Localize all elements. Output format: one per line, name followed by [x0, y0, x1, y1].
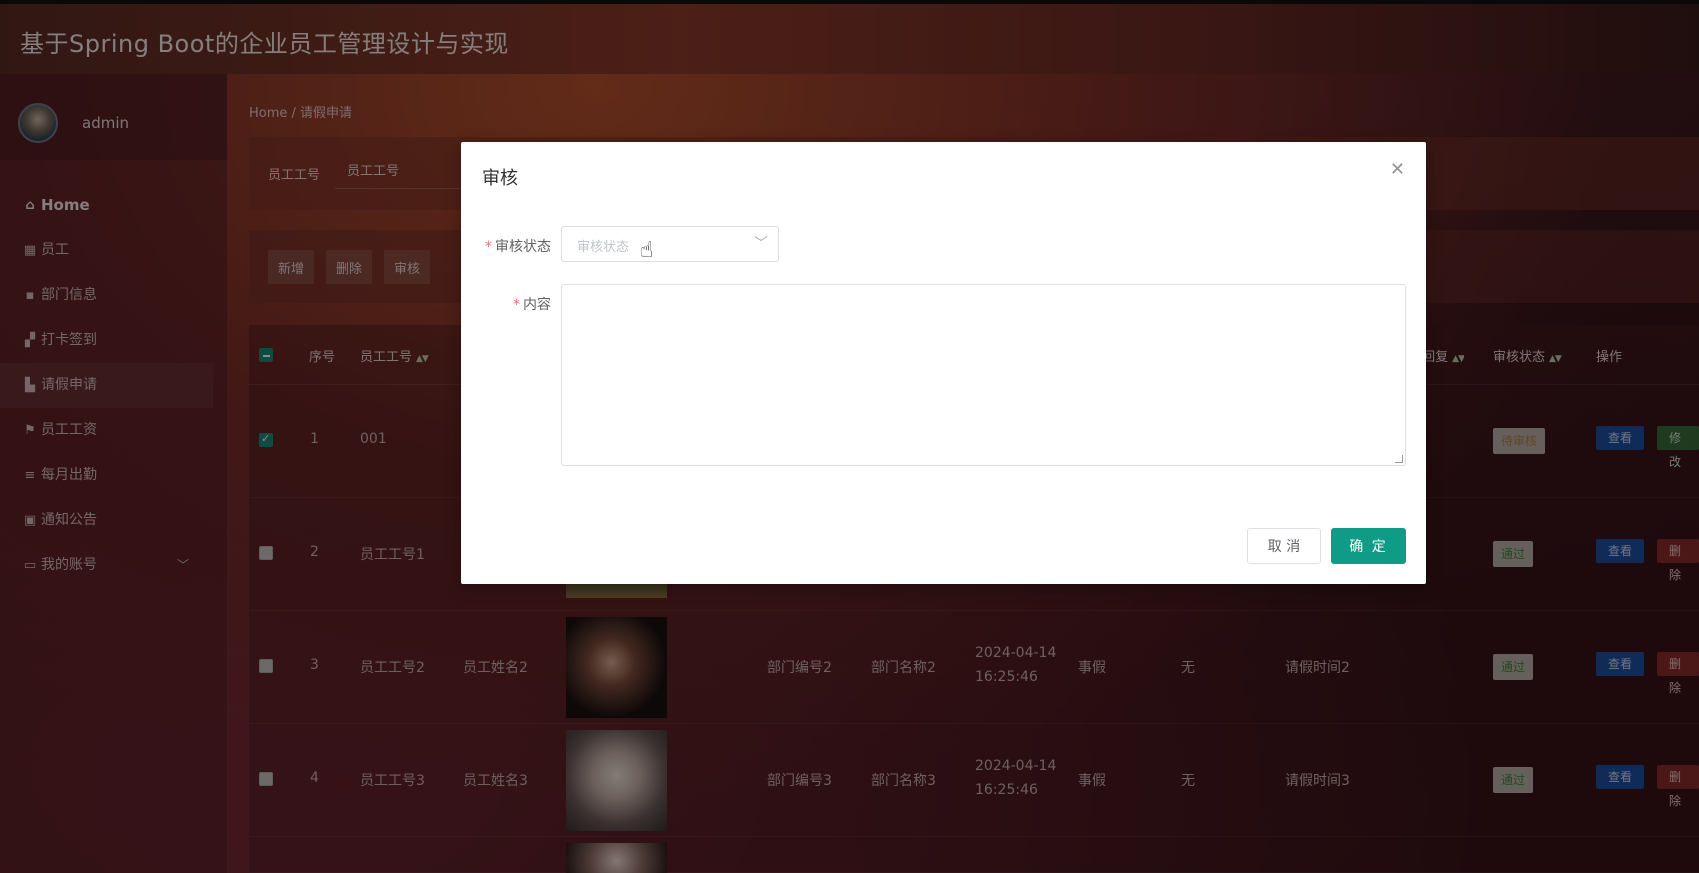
content-textarea[interactable]: [561, 284, 1406, 466]
audit-dialog: 审核 ✕ * 审核状态 审核状态 ﹀ * 内容 取 消 确 定: [461, 142, 1426, 584]
dialog-title: 审核: [482, 168, 518, 189]
close-icon[interactable]: ✕: [1390, 159, 1405, 180]
confirm-button[interactable]: 确 定: [1331, 528, 1406, 564]
select-placeholder: 审核状态: [577, 240, 630, 255]
content-field-label: * 内容: [513, 297, 551, 313]
required-marker: *: [513, 297, 520, 313]
required-marker: *: [485, 239, 492, 255]
chevron-down-icon: ﹀: [754, 236, 768, 252]
status-select[interactable]: 审核状态 ﹀: [561, 226, 779, 262]
pointer-cursor-icon: ☝: [640, 238, 654, 263]
cancel-button[interactable]: 取 消: [1247, 528, 1321, 564]
resize-handle-icon[interactable]: [1395, 455, 1403, 463]
status-field-label: * 审核状态: [485, 239, 551, 255]
